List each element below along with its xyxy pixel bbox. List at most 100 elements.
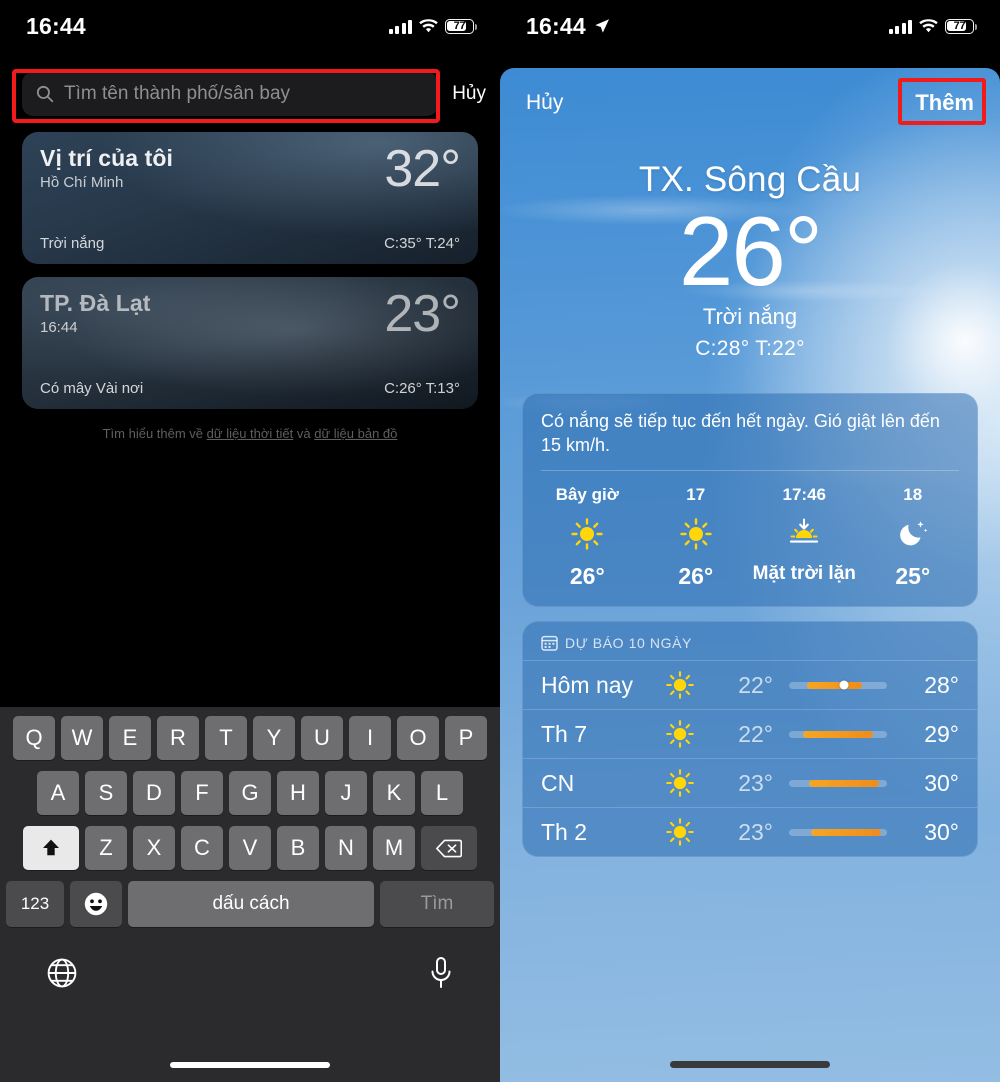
cancel-button[interactable]: Hủy bbox=[452, 83, 486, 105]
key-j[interactable]: J bbox=[325, 771, 367, 815]
hour-item[interactable]: 17 26° bbox=[642, 485, 751, 590]
hour-item[interactable]: 17:46 Mặt trời lặn bbox=[750, 485, 859, 590]
status-indicators: 77 bbox=[888, 18, 978, 34]
key-q[interactable]: Q bbox=[13, 716, 55, 760]
city-highlow: C:26° T:13° bbox=[384, 380, 460, 397]
sun-icon bbox=[666, 671, 694, 700]
hour-label: Bây giờ bbox=[555, 485, 619, 505]
keyboard-row-1: Q W E R T Y U I O P bbox=[0, 716, 500, 760]
key-l[interactable]: L bbox=[421, 771, 463, 815]
key-d[interactable]: D bbox=[133, 771, 175, 815]
hour-item[interactable]: Bây giờ 26° bbox=[533, 485, 642, 590]
city-condition: Có mây Vài nơi bbox=[40, 380, 144, 397]
daily-row[interactable]: CN 23° 30° bbox=[523, 758, 977, 807]
emoji-key[interactable] bbox=[70, 881, 122, 927]
home-indicator bbox=[170, 1062, 330, 1068]
calendar-icon bbox=[541, 636, 558, 652]
key-n[interactable]: N bbox=[325, 826, 367, 870]
search-row: Tìm tên thành phố/sân bay Hủy bbox=[0, 66, 500, 123]
key-o[interactable]: O bbox=[397, 716, 439, 760]
city-subtitle: 16:44 bbox=[40, 319, 78, 336]
status-time: 16:44 bbox=[526, 12, 586, 39]
sun-icon bbox=[666, 769, 694, 798]
search-placeholder: Tìm tên thành phố/sân bay bbox=[64, 83, 291, 104]
key-g[interactable]: G bbox=[229, 771, 271, 815]
globe-icon[interactable] bbox=[46, 957, 78, 989]
key-m[interactable]: M bbox=[373, 826, 415, 870]
current-temp-dot bbox=[839, 680, 849, 690]
key-p[interactable]: P bbox=[445, 716, 487, 760]
key-z[interactable]: Z bbox=[85, 826, 127, 870]
city-name: Vị trí của tôi bbox=[40, 145, 174, 171]
key-e[interactable]: E bbox=[109, 716, 151, 760]
daily-row[interactable]: Hôm nay 22° 28° bbox=[523, 660, 977, 709]
sun-icon bbox=[571, 518, 603, 551]
city-name: TP. Đà Lạt bbox=[40, 290, 151, 316]
temp-range-fill bbox=[806, 681, 862, 689]
key-k[interactable]: K bbox=[373, 771, 415, 815]
hour-value: 26° bbox=[569, 563, 605, 590]
key-i[interactable]: I bbox=[349, 716, 391, 760]
key-r[interactable]: R bbox=[157, 716, 199, 760]
day-low-temp: 22° bbox=[738, 720, 773, 747]
add-city-sheet: Hủy Thêm TX. Sông Cầu 26° Trời nắng C:28… bbox=[500, 68, 1000, 1082]
hero-condition: Trời nắng bbox=[702, 303, 798, 329]
daily-forecast-header: DỰ BÁO 10 NGÀY bbox=[523, 622, 977, 660]
sheet-cancel-button[interactable]: Hủy bbox=[526, 91, 563, 115]
key-t[interactable]: T bbox=[205, 716, 247, 760]
key-x[interactable]: X bbox=[133, 826, 175, 870]
microphone-icon[interactable] bbox=[428, 956, 454, 990]
sheet-add-button[interactable]: Thêm bbox=[915, 90, 974, 116]
battery-icon: 77 bbox=[445, 18, 478, 34]
hour-value: Mặt trời lặn bbox=[752, 563, 856, 585]
battery-percent: 77 bbox=[453, 20, 466, 32]
day-low-temp: 23° bbox=[738, 818, 773, 845]
left-phone-screen: 16:44 77 Tìm tên thành phố/sân bay Hủy V… bbox=[0, 0, 500, 1082]
backspace-icon bbox=[436, 839, 462, 857]
wifi-icon bbox=[419, 18, 438, 34]
daily-row[interactable]: Th 7 22° 29° bbox=[523, 709, 977, 758]
map-data-link[interactable]: dữ liệu bản đồ bbox=[314, 426, 397, 441]
weather-data-link[interactable]: dữ liệu thời tiết bbox=[207, 426, 294, 441]
key-a[interactable]: A bbox=[37, 771, 79, 815]
keyboard-bottom-bar bbox=[0, 938, 500, 990]
city-temp: 23° bbox=[384, 285, 461, 343]
keyboard-row-2: A S D F G H J K L bbox=[0, 771, 500, 815]
key-h[interactable]: H bbox=[277, 771, 319, 815]
wifi-icon bbox=[919, 18, 938, 34]
status-indicators: 77 bbox=[388, 18, 478, 34]
shift-key[interactable] bbox=[23, 826, 79, 870]
key-s[interactable]: S bbox=[85, 771, 127, 815]
key-u[interactable]: U bbox=[301, 716, 343, 760]
city-condition: Trời nắng bbox=[40, 235, 105, 252]
key-y[interactable]: Y bbox=[253, 716, 295, 760]
city-card-da-lat[interactable]: TP. Đà Lạt 16:44 23° Có mây Vài nơi C:26… bbox=[22, 277, 478, 409]
key-b[interactable]: B bbox=[277, 826, 319, 870]
key-v[interactable]: V bbox=[229, 826, 271, 870]
forecast-summary-text: Có nắng sẽ tiếp tục đến hết ngày. Gió gi… bbox=[541, 410, 940, 455]
city-card-my-location[interactable]: Vị trí của tôi Hồ Chí Minh 32° Trời nắng… bbox=[22, 132, 478, 264]
city-subtitle: Hồ Chí Minh bbox=[40, 174, 124, 191]
daily-row[interactable]: Th 2 23° 30° bbox=[523, 807, 977, 856]
day-label: CN bbox=[541, 769, 575, 796]
temp-range-bar bbox=[789, 779, 887, 787]
hourly-row[interactable]: Bây giờ 26° 17 26° 17:46 Mặt trời lặn 18… bbox=[523, 471, 977, 606]
space-key[interactable]: dấu cách bbox=[128, 881, 374, 927]
city-highlow: C:35° T:24° bbox=[384, 235, 460, 252]
hour-item[interactable]: 18 25° bbox=[859, 485, 968, 590]
key-f[interactable]: F bbox=[181, 771, 223, 815]
day-high-temp: 28° bbox=[924, 671, 959, 698]
numbers-key[interactable]: 123 bbox=[6, 881, 64, 927]
sun-icon bbox=[666, 818, 694, 847]
backspace-key[interactable] bbox=[421, 826, 477, 870]
search-go-key[interactable]: Tìm bbox=[380, 881, 494, 927]
search-icon bbox=[36, 85, 54, 103]
city-temp: 32° bbox=[384, 140, 461, 198]
sheet-header: Hủy Thêm bbox=[500, 68, 1000, 125]
hourly-forecast-panel: Có nắng sẽ tiếp tục đến hết ngày. Gió gi… bbox=[522, 392, 978, 608]
key-w[interactable]: W bbox=[61, 716, 103, 760]
search-input[interactable]: Tìm tên thành phố/sân bay bbox=[22, 72, 439, 116]
temp-range-bar bbox=[789, 730, 887, 738]
key-c[interactable]: C bbox=[181, 826, 223, 870]
temp-range-bar bbox=[789, 828, 887, 836]
